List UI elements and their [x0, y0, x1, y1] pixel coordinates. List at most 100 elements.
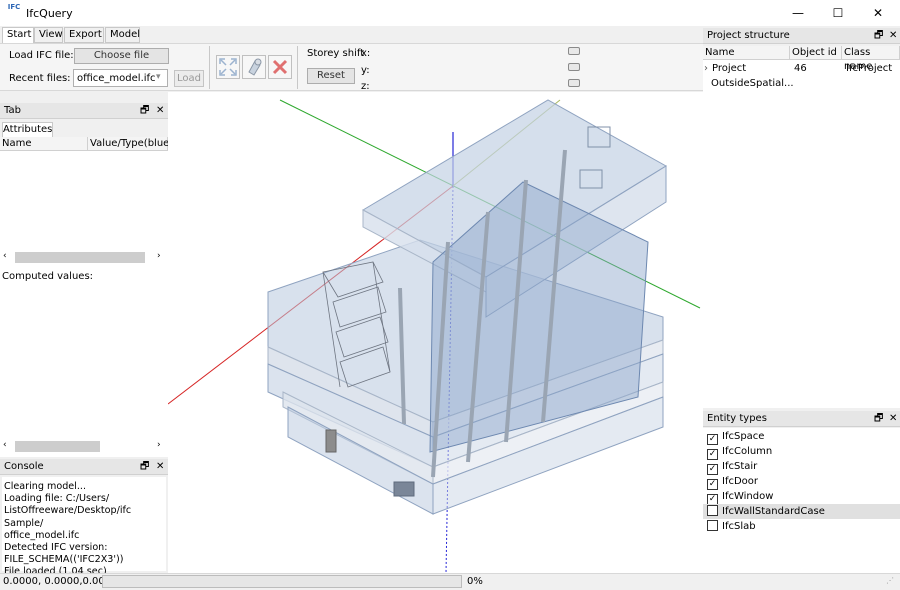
close-icon[interactable]: ✕: [156, 103, 164, 119]
progress-text: 0%: [467, 576, 483, 587]
entity-types-title-text: Entity types: [707, 413, 767, 424]
tree-row-name: Project: [712, 63, 747, 74]
tab-attributes[interactable]: Attributes: [2, 122, 53, 137]
shift-x-slider[interactable]: [568, 47, 580, 55]
chevron-right-icon[interactable]: ›: [704, 63, 708, 74]
entity-item-ifcstair[interactable]: ✓ IfcStair: [703, 459, 895, 475]
project-structure-panel: Project structure 🗗 ✕ Name Object id Cla…: [703, 28, 900, 408]
entity-label: IfcSpace: [722, 431, 765, 442]
checkbox-unchecked-icon[interactable]: [707, 520, 718, 531]
shift-y-slider[interactable]: [568, 63, 580, 71]
toolbar-divider: [297, 46, 298, 89]
horizontal-scrollbar[interactable]: ‹ ›: [0, 251, 168, 264]
door: [393, 481, 415, 497]
entity-item-ifcslab[interactable]: IfcSlab: [703, 519, 895, 534]
recent-files-label: Recent files:: [9, 73, 71, 84]
scroll-thumb[interactable]: [15, 441, 100, 452]
recent-files-select[interactable]: office_model.ifc ▾: [73, 69, 168, 87]
window-title: IfcQuery: [26, 7, 73, 20]
status-bar: 0.0000, 0.0000,0.0000 0% ⋰: [0, 573, 900, 590]
col-name-header[interactable]: Name: [0, 137, 88, 151]
minimize-button[interactable]: —: [778, 0, 818, 26]
app-icon: IFC: [7, 3, 21, 11]
entity-label: IfcWallStandardCase: [722, 506, 825, 517]
coordinates-readout: 0.0000, 0.0000,0.0000: [3, 576, 118, 587]
entity-item-ifcspace[interactable]: ✓ IfcSpace: [703, 429, 895, 445]
tree-row-class: IfcProject: [846, 63, 893, 74]
maximize-button[interactable]: ☐: [818, 0, 858, 26]
entity-types-title: Entity types: [703, 411, 900, 427]
float-icon[interactable]: 🗗: [874, 28, 883, 44]
toolbar: Load IFC file: Choose file Recent files:…: [0, 43, 703, 92]
resize-grip-icon[interactable]: ⋰: [886, 576, 894, 585]
float-icon[interactable]: 🗗: [140, 103, 149, 119]
tree-row-name: OutsideSpatial...: [711, 78, 794, 89]
float-icon[interactable]: 🗗: [874, 411, 883, 427]
pick-tool-button[interactable]: [242, 55, 266, 79]
col-class-name-header[interactable]: Class name: [842, 46, 900, 72]
hand-icon: [248, 58, 262, 76]
console-line: Detected IFC version:: [4, 542, 108, 554]
console-line: Loading file: C:/Users/: [4, 493, 110, 505]
tree-row[interactable]: › Project 46 IfcProject: [703, 62, 900, 77]
col-value-header[interactable]: Value/Type(blue): [88, 137, 173, 151]
arrow-left-icon[interactable]: ‹: [3, 440, 7, 450]
console-line: office_model.ifc: [4, 529, 80, 541]
load-button[interactable]: Load: [174, 70, 204, 87]
shift-x-label: x:: [361, 48, 371, 59]
close-icon[interactable]: ✕: [889, 411, 897, 427]
entity-list: ✓ IfcSpace ✓ IfcColumn ✓ IfcStair ✓ IfcDoor …: [703, 428, 900, 573]
entity-item-ifccolumn[interactable]: ✓ IfcColumn: [703, 444, 895, 460]
reset-button[interactable]: Reset: [307, 68, 355, 84]
door: [325, 429, 337, 453]
entity-label: IfcDoor: [722, 476, 759, 487]
choose-file-button[interactable]: Choose file: [74, 48, 169, 64]
entity-label: IfcStair: [722, 461, 758, 472]
horizontal-scrollbar[interactable]: ‹ ›: [0, 440, 168, 453]
arrow-right-icon[interactable]: ›: [157, 440, 161, 450]
entity-item-ifcdoor[interactable]: ✓ IfcDoor: [703, 474, 895, 490]
shift-z-slider[interactable]: [568, 79, 580, 87]
entity-item-ifcwindow[interactable]: ✓ IfcWindow: [703, 489, 895, 505]
tab-view[interactable]: View: [34, 27, 63, 43]
entity-label: IfcSlab: [722, 521, 756, 532]
tab-start[interactable]: Start: [2, 27, 34, 44]
3d-viewport[interactable]: [168, 92, 703, 573]
scroll-thumb[interactable]: [15, 252, 145, 263]
building-model[interactable]: [168, 92, 703, 573]
shift-y-label: y:: [361, 65, 370, 76]
col-object-id-header[interactable]: Object id: [790, 46, 842, 60]
entity-label: IfcColumn: [722, 446, 773, 457]
project-structure-title-text: Project structure: [707, 30, 790, 41]
console-line: ListOffreeware/Desktop/ifc Sample/: [4, 505, 132, 529]
tree-row[interactable]: OutsideSpatial...: [703, 77, 900, 92]
close-button[interactable]: ✕: [858, 0, 898, 26]
arrow-left-icon[interactable]: ‹: [3, 251, 7, 261]
chevron-down-icon: ▾: [156, 72, 161, 82]
entity-types-panel: Entity types 🗗 ✕ ✓ IfcSpace ✓ IfcColumn ✓ I…: [703, 411, 900, 573]
clear-selection-button[interactable]: [268, 55, 292, 79]
project-structure-title: Project structure: [703, 28, 900, 44]
entity-item-ifcwallstandardcase[interactable]: IfcWallStandardCase: [703, 504, 900, 519]
checkbox-unchecked-icon[interactable]: [707, 505, 718, 516]
arrow-right-icon[interactable]: ›: [157, 251, 161, 261]
float-icon[interactable]: 🗗: [140, 459, 149, 475]
close-icon[interactable]: ✕: [156, 459, 164, 475]
console-title-text: Console: [4, 461, 44, 472]
zoom-extents-button[interactable]: [216, 55, 240, 79]
red-cross-icon: [272, 59, 288, 75]
title-bar: IFC IfcQuery — ☐ ✕: [0, 0, 900, 26]
shift-z-label: z:: [361, 81, 370, 92]
col-name-header[interactable]: Name: [703, 46, 790, 60]
tab-model[interactable]: Model: [105, 27, 140, 43]
recent-files-value: office_model.ifc: [77, 73, 156, 84]
console-line: Clearing model...: [4, 481, 86, 492]
tab-panel: Tab 🗗 ✕ Attributes Name Value/Type(blue)…: [0, 103, 173, 457]
entity-label: IfcWindow: [722, 491, 774, 502]
tab-export[interactable]: Export: [64, 27, 104, 43]
storey-shift-label: Storey shift: [307, 48, 365, 59]
tree-row-id: 46: [794, 63, 807, 74]
console-panel: Console 🗗 ✕ Clearing model... Loading fi…: [0, 459, 168, 577]
console-line: FILE_SCHEMA(('IFC2X3')): [4, 554, 124, 566]
close-icon[interactable]: ✕: [889, 28, 897, 44]
